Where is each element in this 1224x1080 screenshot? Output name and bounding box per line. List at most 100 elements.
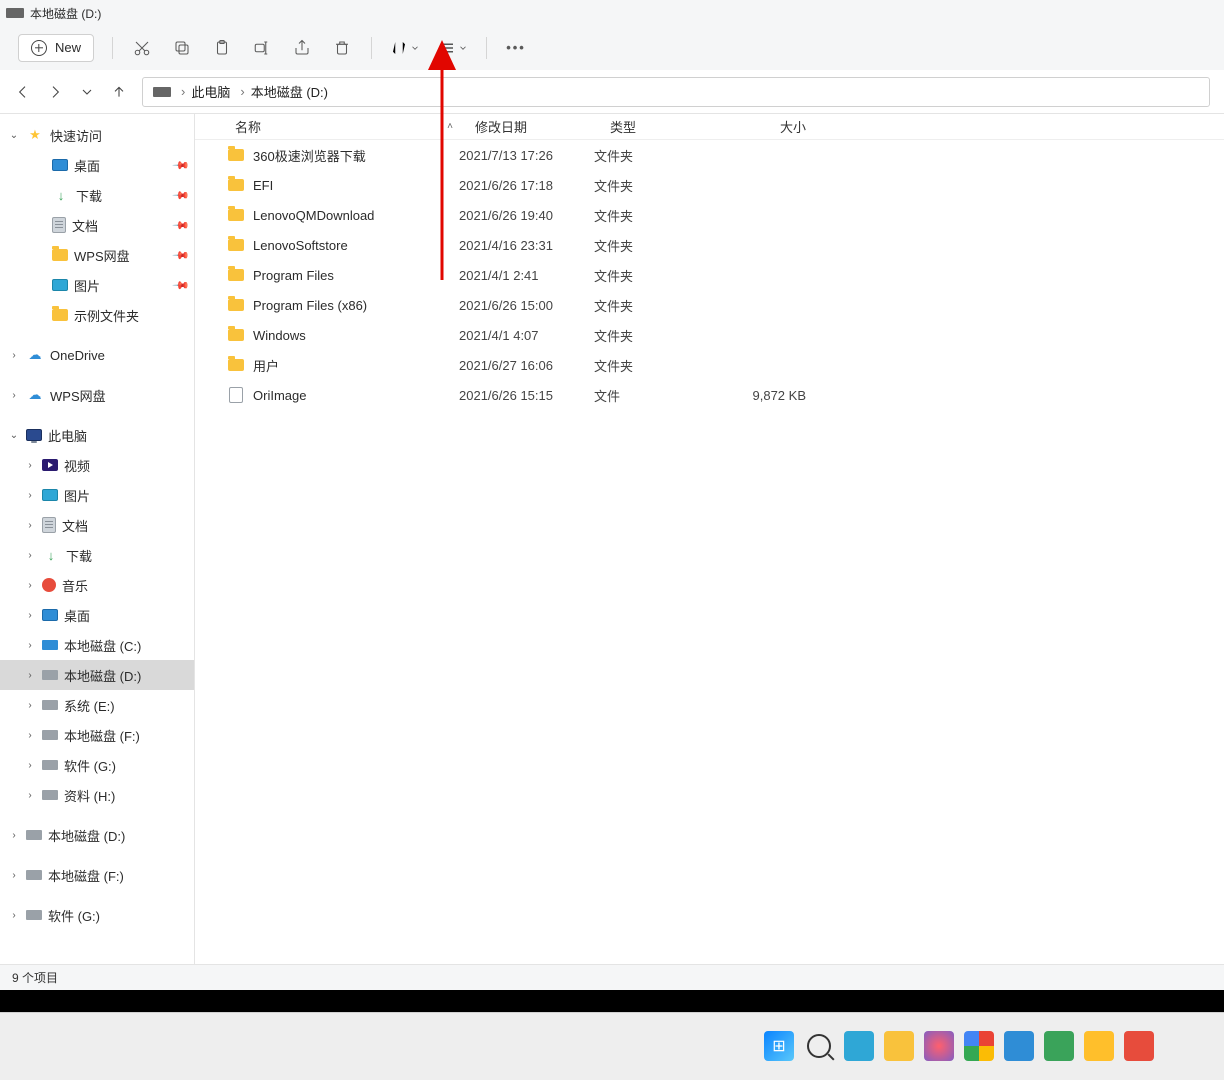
sidebar-tree[interactable]: ⌄ ★ 快速访问 桌面📌↓下载📌文档📌WPS网盘📌图片📌示例文件夹 › ☁ On… (0, 114, 195, 964)
sidebar-item-pc[interactable]: ›资料 (H:) (0, 780, 194, 810)
sidebar-item-drive[interactable]: ›本地磁盘 (F:) (0, 860, 194, 890)
rename-button[interactable] (251, 37, 273, 59)
folder-icon (228, 359, 244, 371)
copy-button[interactable] (171, 37, 193, 59)
sidebar-item-pc[interactable]: ›系统 (E:) (0, 690, 194, 720)
delete-button[interactable] (331, 37, 353, 59)
disk-icon (26, 830, 42, 840)
body: ⌄ ★ 快速访问 桌面📌↓下载📌文档📌WPS网盘📌图片📌示例文件夹 › ☁ On… (0, 114, 1224, 964)
sidebar-item-pc[interactable]: ›软件 (G:) (0, 750, 194, 780)
sidebar-item-pc[interactable]: ›本地磁盘 (D:) (0, 660, 194, 690)
file-row[interactable]: Program Files (x86)2021/6/26 15:00文件夹 (195, 290, 1224, 320)
cut-button[interactable] (131, 37, 153, 59)
taskbar[interactable]: ⊞ (0, 1012, 1224, 1080)
forward-button[interactable] (46, 83, 64, 101)
taskbar-app-button[interactable] (1004, 1031, 1034, 1061)
taskbar-search-button[interactable] (804, 1031, 834, 1061)
paste-button[interactable] (211, 37, 233, 59)
sidebar-item-pc[interactable]: ›本地磁盘 (F:) (0, 720, 194, 750)
file-name: LenovoSoftstore (253, 238, 348, 253)
taskbar-app-button[interactable] (1124, 1031, 1154, 1061)
disk-icon (42, 760, 58, 770)
taskbar-app-button[interactable] (924, 1031, 954, 1061)
sidebar-item-drive[interactable]: ›本地磁盘 (D:) (0, 820, 194, 850)
download-icon: ↓ (52, 186, 70, 204)
taskbar-taskview-button[interactable] (844, 1031, 874, 1061)
sidebar-item-quick[interactable]: WPS网盘📌 (0, 240, 194, 270)
docs-icon (42, 517, 56, 533)
sidebar-item-pc[interactable]: ›视频 (0, 450, 194, 480)
sidebar-item-quick[interactable]: 桌面📌 (0, 150, 194, 180)
more-button[interactable]: ••• (505, 37, 527, 59)
sidebar-item-quick[interactable]: 示例文件夹 (0, 300, 194, 330)
sidebar-item-label: OneDrive (50, 348, 188, 363)
file-name: Program Files (253, 268, 334, 283)
folder-icon (228, 329, 244, 341)
taskbar-explorer-button[interactable] (884, 1031, 914, 1061)
file-row[interactable]: Program Files2021/4/1 2:41文件夹 (195, 260, 1224, 290)
share-button[interactable] (291, 37, 313, 59)
chevron-right-icon: › (8, 910, 20, 921)
sort-button[interactable] (390, 39, 420, 57)
file-row[interactable]: LenovoSoftstore2021/4/16 23:31文件夹 (195, 230, 1224, 260)
column-header-size[interactable]: 大小 (714, 117, 814, 136)
start-button[interactable]: ⊞ (764, 1031, 794, 1061)
chevron-right-icon: › (8, 870, 20, 881)
sidebar-item-pc[interactable]: ›桌面 (0, 600, 194, 630)
column-header-name[interactable]: 名称 ˄ (227, 117, 467, 136)
sidebar-item-pc[interactable]: ›↓下载 (0, 540, 194, 570)
column-label: 大小 (780, 120, 806, 135)
column-headers[interactable]: 名称 ˄ 修改日期 类型 大小 (195, 114, 1224, 140)
sidebar-item-onedrive[interactable]: › ☁ OneDrive (0, 340, 194, 370)
chevron-right-icon: › (24, 640, 36, 651)
taskbar-wechat-button[interactable] (1044, 1031, 1074, 1061)
sidebar-item-quick[interactable]: ↓下载📌 (0, 180, 194, 210)
taskbar-app-button[interactable] (1084, 1031, 1114, 1061)
file-row[interactable]: OriImage2021/6/26 15:15文件9,872 KB (195, 380, 1224, 410)
column-header-modified[interactable]: 修改日期 (467, 117, 602, 136)
sidebar-item-pc[interactable]: ›本地磁盘 (C:) (0, 630, 194, 660)
star-icon: ★ (26, 126, 44, 144)
sidebar-item-wps[interactable]: › ☁ WPS网盘 (0, 380, 194, 410)
breadcrumb-root[interactable]: › 此电脑 (181, 82, 230, 101)
taskbar-chrome-button[interactable] (964, 1031, 994, 1061)
column-header-type[interactable]: 类型 (602, 117, 714, 136)
column-label: 类型 (610, 120, 636, 135)
chevron-right-icon: › (8, 350, 20, 361)
address-bar[interactable]: › 此电脑 › 本地磁盘 (D:) (142, 77, 1210, 107)
up-button[interactable] (110, 83, 128, 101)
sidebar-item-label: 桌面 (64, 606, 188, 625)
new-button[interactable]: New (18, 34, 94, 62)
sidebar-item-this-pc[interactable]: ⌄ 此电脑 (0, 420, 194, 450)
letterbox-bar (0, 990, 1224, 1012)
sidebar-item-quick-access[interactable]: ⌄ ★ 快速访问 (0, 120, 194, 150)
file-type: 文件夹 (594, 266, 706, 285)
file-row[interactable]: Windows2021/4/1 4:07文件夹 (195, 320, 1224, 350)
folder-icon (228, 179, 244, 191)
view-button[interactable] (438, 39, 468, 57)
sidebar-item-label: 文档 (62, 516, 188, 535)
folder-icon (52, 249, 68, 261)
sidebar-item-drive[interactable]: ›软件 (G:) (0, 900, 194, 930)
chevron-down-icon: ⌄ (8, 130, 20, 141)
column-label: 名称 (235, 117, 261, 136)
download-icon: ↓ (42, 546, 60, 564)
file-row[interactable]: 用户2021/6/27 16:06文件夹 (195, 350, 1224, 380)
file-name: Windows (253, 328, 306, 343)
chevron-right-icon: › (240, 84, 244, 99)
disk-icon (42, 790, 58, 800)
sidebar-item-pc[interactable]: ›音乐 (0, 570, 194, 600)
file-row[interactable]: EFI2021/6/26 17:18文件夹 (195, 170, 1224, 200)
desktop-icon (52, 159, 68, 171)
file-row[interactable]: 360极速浏览器下载2021/7/13 17:26文件夹 (195, 140, 1224, 170)
sidebar-item-pc[interactable]: ›图片 (0, 480, 194, 510)
recent-button[interactable] (78, 83, 96, 101)
sidebar-item-quick[interactable]: 文档📌 (0, 210, 194, 240)
breadcrumb-current[interactable]: › 本地磁盘 (D:) (240, 82, 328, 101)
sidebar-item-pc[interactable]: ›文档 (0, 510, 194, 540)
sidebar-item-label: 本地磁盘 (D:) (48, 826, 188, 845)
sidebar-item-quick[interactable]: 图片📌 (0, 270, 194, 300)
chevron-down-icon (458, 43, 468, 53)
back-button[interactable] (14, 83, 32, 101)
file-row[interactable]: LenovoQMDownload2021/6/26 19:40文件夹 (195, 200, 1224, 230)
